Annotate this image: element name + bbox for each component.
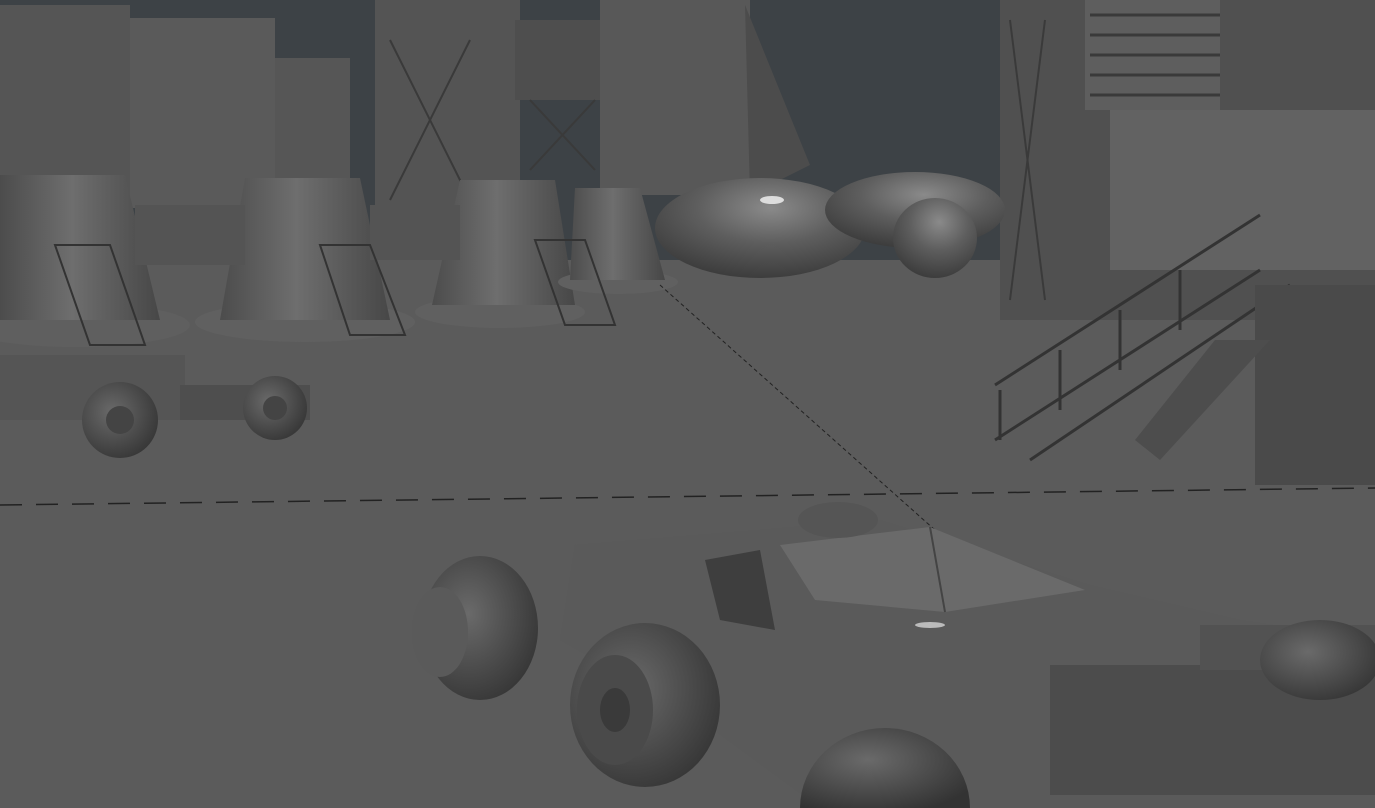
wheel xyxy=(1260,620,1375,700)
scene xyxy=(0,0,1375,808)
wheel xyxy=(570,623,720,787)
3d-viewport[interactable] xyxy=(0,0,1375,808)
